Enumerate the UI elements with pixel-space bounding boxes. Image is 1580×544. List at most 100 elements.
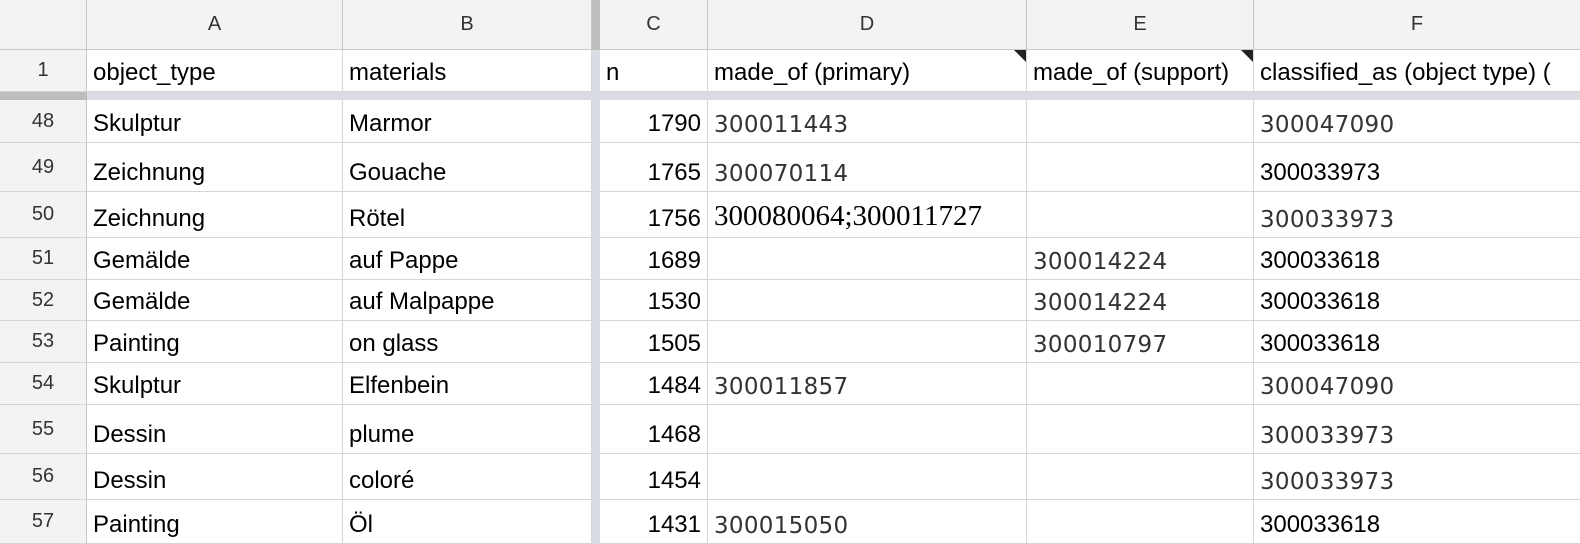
cell-n[interactable]: 1530: [600, 280, 708, 321]
header-cell-materials[interactable]: materials: [343, 50, 592, 92]
header-cell-object-type[interactable]: object_type: [87, 50, 343, 92]
cell-materials[interactable]: Öl: [343, 500, 592, 544]
column-header-b[interactable]: B: [343, 0, 592, 50]
cell-object-type[interactable]: Painting: [87, 321, 343, 363]
cell-materials[interactable]: coloré: [343, 454, 592, 500]
header-cell-n[interactable]: n: [600, 50, 708, 92]
column-header-row: A B C D E F: [0, 0, 1580, 50]
cell-n[interactable]: 1790: [600, 100, 708, 143]
cell-object-type[interactable]: Skulptur: [87, 100, 343, 143]
cell-materials[interactable]: on glass: [343, 321, 592, 363]
row-number[interactable]: 54: [0, 363, 87, 405]
row-number[interactable]: 53: [0, 321, 87, 363]
column-header-a[interactable]: A: [87, 0, 343, 50]
table-row: 49 Zeichnung Gouache 1765 300070114 300033973: [0, 143, 1580, 192]
cell-made-of-primary[interactable]: [708, 238, 1027, 280]
row-number[interactable]: 55: [0, 405, 87, 454]
cell-made-of-primary[interactable]: 300011857: [708, 363, 1027, 405]
cell-n[interactable]: 1468: [600, 405, 708, 454]
cell-object-type[interactable]: Dessin: [87, 454, 343, 500]
cell-materials[interactable]: auf Malpappe: [343, 280, 592, 321]
cell-classified-as[interactable]: 300033973: [1254, 143, 1580, 192]
row-number[interactable]: 50: [0, 192, 87, 238]
cell-n[interactable]: 1454: [600, 454, 708, 500]
cell-made-of-support[interactable]: [1027, 405, 1254, 454]
cell-n[interactable]: 1689: [600, 238, 708, 280]
cell-classified-as[interactable]: 300033618: [1254, 238, 1580, 280]
cell-n[interactable]: 1505: [600, 321, 708, 363]
table-row: 52 Gemälde auf Malpappe 1530 300014224 300033…: [0, 280, 1580, 321]
select-all-corner[interactable]: [0, 0, 87, 50]
cell-n[interactable]: 1765: [600, 143, 708, 192]
cell-made-of-support[interactable]: [1027, 192, 1254, 238]
frozen-row-divider[interactable]: [0, 92, 1580, 100]
table-row: 50 Zeichnung Rötel 1756 300080064;300011727 3…: [0, 192, 1580, 238]
row-number[interactable]: 1: [0, 50, 87, 92]
cell-n[interactable]: 1756: [600, 192, 708, 238]
cell-classified-as[interactable]: 300047090: [1254, 363, 1580, 405]
table-row: 55 Dessin plume 1468 300033973: [0, 405, 1580, 454]
cell-made-of-primary[interactable]: [708, 405, 1027, 454]
cell-made-of-primary[interactable]: [708, 454, 1027, 500]
row-number[interactable]: 51: [0, 238, 87, 280]
column-header-c[interactable]: C: [600, 0, 708, 50]
cell-materials[interactable]: Rötel: [343, 192, 592, 238]
cell-made-of-support[interactable]: 300014224: [1027, 280, 1254, 321]
cell-object-type[interactable]: Gemälde: [87, 280, 343, 321]
frozen-column-divider[interactable]: [592, 0, 600, 544]
cell-classified-as[interactable]: 300033973: [1254, 405, 1580, 454]
cell-made-of-support[interactable]: [1027, 363, 1254, 405]
cell-classified-as[interactable]: 300033973: [1254, 192, 1580, 238]
cell-object-type[interactable]: Painting: [87, 500, 343, 544]
table-row: 51 Gemälde auf Pappe 1689 300014224 300033618: [0, 238, 1580, 280]
row-number[interactable]: 48: [0, 100, 87, 143]
cell-classified-as[interactable]: 300047090: [1254, 100, 1580, 143]
cell-classified-as[interactable]: 300033618: [1254, 500, 1580, 544]
cell-made-of-primary[interactable]: 300080064;300011727: [708, 192, 1027, 238]
cell-classified-as[interactable]: 300033618: [1254, 321, 1580, 363]
table-row: 53 Painting on glass 1505 300010797 300033618: [0, 321, 1580, 363]
row-number[interactable]: 49: [0, 143, 87, 192]
table-row-header: 1 object_type materials n made_of (prima…: [0, 50, 1580, 92]
frozen-column-handle[interactable]: [592, 0, 600, 50]
cell-made-of-primary[interactable]: 300011443: [708, 100, 1027, 143]
spreadsheet-grid: A B C D E F 1 object_type materials n ma…: [0, 0, 1580, 544]
cell-made-of-support[interactable]: 300014224: [1027, 238, 1254, 280]
cell-made-of-primary[interactable]: 300015050: [708, 500, 1027, 544]
table-row: 48 Skulptur Marmor 1790 300011443 300047090: [0, 100, 1580, 143]
cell-classified-as[interactable]: 300033618: [1254, 280, 1580, 321]
table-row: 57 Painting Öl 1431 300015050 300033618: [0, 500, 1580, 544]
cell-made-of-primary[interactable]: [708, 280, 1027, 321]
cell-materials[interactable]: Gouache: [343, 143, 592, 192]
header-cell-made-of-support[interactable]: made_of (support): [1027, 50, 1254, 92]
column-header-e[interactable]: E: [1027, 0, 1254, 50]
cell-n[interactable]: 1431: [600, 500, 708, 544]
cell-made-of-support[interactable]: 300010797: [1027, 321, 1254, 363]
header-cell-made-of-primary[interactable]: made_of (primary): [708, 50, 1027, 92]
cell-object-type[interactable]: Skulptur: [87, 363, 343, 405]
row-number[interactable]: 56: [0, 454, 87, 500]
cell-made-of-support[interactable]: [1027, 454, 1254, 500]
cell-made-of-support[interactable]: [1027, 100, 1254, 143]
cell-made-of-primary[interactable]: 300070114: [708, 143, 1027, 192]
cell-materials[interactable]: auf Pappe: [343, 238, 592, 280]
cell-made-of-primary[interactable]: [708, 321, 1027, 363]
header-cell-classified-as[interactable]: classified_as (object type) (: [1254, 50, 1580, 92]
frozen-row-handle[interactable]: [0, 92, 87, 100]
cell-object-type[interactable]: Gemälde: [87, 238, 343, 280]
cell-classified-as[interactable]: 300033973: [1254, 454, 1580, 500]
cell-materials[interactable]: Elfenbein: [343, 363, 592, 405]
cell-materials[interactable]: plume: [343, 405, 592, 454]
column-header-f[interactable]: F: [1254, 0, 1580, 50]
row-number[interactable]: 57: [0, 500, 87, 544]
cell-object-type[interactable]: Zeichnung: [87, 192, 343, 238]
cell-materials[interactable]: Marmor: [343, 100, 592, 143]
cell-n[interactable]: 1484: [600, 363, 708, 405]
column-header-d[interactable]: D: [708, 0, 1027, 50]
cell-made-of-support[interactable]: [1027, 143, 1254, 192]
cell-object-type[interactable]: Dessin: [87, 405, 343, 454]
row-number[interactable]: 52: [0, 280, 87, 321]
table-row: 56 Dessin coloré 1454 300033973: [0, 454, 1580, 500]
cell-made-of-support[interactable]: [1027, 500, 1254, 544]
cell-object-type[interactable]: Zeichnung: [87, 143, 343, 192]
